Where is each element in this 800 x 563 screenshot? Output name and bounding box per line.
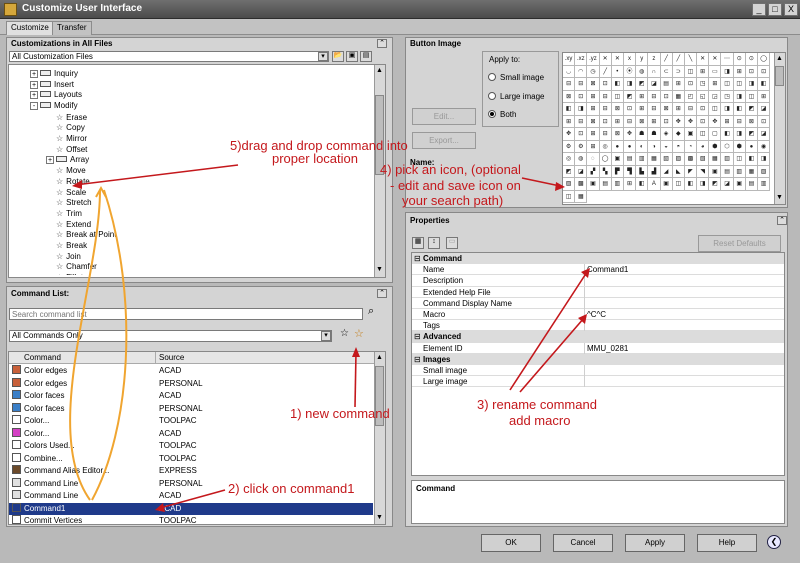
arrow-4-head [555, 182, 565, 191]
arrow-1 [354, 351, 357, 408]
drag-path-arrowhead [95, 185, 107, 198]
note-3-line2: add macro [509, 413, 571, 428]
note-4-line2: - edit and save icon on [390, 178, 521, 193]
note-5-line2: proper location [272, 151, 358, 166]
arrow-2-head [155, 503, 165, 512]
arrow-5-head [72, 180, 82, 189]
arrow-5 [74, 164, 239, 186]
note-4-line3: your search path) [402, 193, 504, 208]
arrow-4 [521, 177, 561, 187]
note-2: 2) click on command1 [228, 481, 355, 496]
drag-path-outer [69, 189, 101, 501]
note-3-line1: 3) rename command [477, 397, 597, 412]
note-4-line1: 4) pick an icon, (optional [380, 162, 521, 177]
arrow-3-name-head [581, 268, 590, 278]
arrow-3-name [509, 271, 588, 391]
note-1: 1) new command [290, 406, 390, 421]
arrow-1-head [352, 347, 360, 357]
arrow-2 [159, 489, 226, 509]
arrow-3-macro [519, 317, 585, 393]
annotation-arrows [69, 164, 590, 512]
